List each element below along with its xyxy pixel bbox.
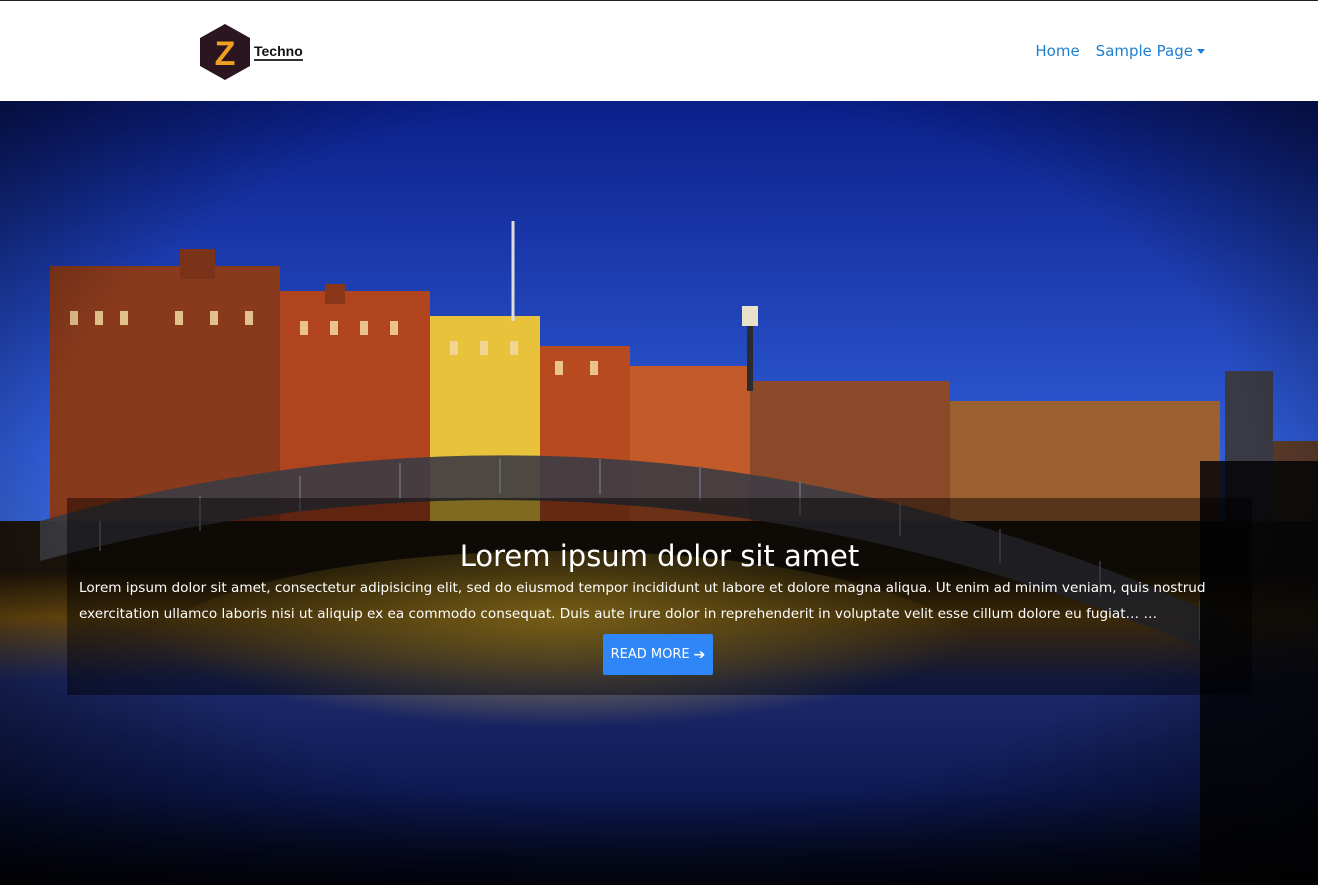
nav-item-home-label: Home: [1035, 42, 1080, 60]
read-more-label: READ MORE: [610, 647, 690, 662]
hero-caption-title: Lorem ipsum dolor sit amet: [459, 539, 860, 574]
navbar: Z Techno Home Sample Page: [0, 1, 1318, 101]
logo-letter: Z: [215, 35, 236, 73]
hero-caption: Lorem ipsum dolor sit amet Lorem ipsum d…: [67, 498, 1252, 695]
arrow-right-icon: ➔: [693, 646, 706, 663]
hero-slider: Lorem ipsum dolor sit amet Lorem ipsum d…: [0, 101, 1318, 885]
nav-item-sample-page-label: Sample Page: [1095, 42, 1193, 60]
hero-caption-text: Lorem ipsum dolor sit amet, consectetur …: [79, 579, 1206, 622]
logo-icon: Z: [200, 23, 250, 80]
nav-item-home[interactable]: Home: [1035, 42, 1079, 60]
brand-logo-link[interactable]: Z Techno: [199, 23, 303, 80]
nav-item-sample-page[interactable]: Sample Page: [1096, 42, 1205, 60]
read-more-button[interactable]: READ MORE ➔: [603, 634, 713, 675]
brand-name: Techno: [254, 43, 303, 61]
chevron-down-icon: [1197, 49, 1205, 54]
hero-background-image: [0, 101, 1318, 885]
main-nav: Home Sample Page: [1035, 42, 1205, 60]
